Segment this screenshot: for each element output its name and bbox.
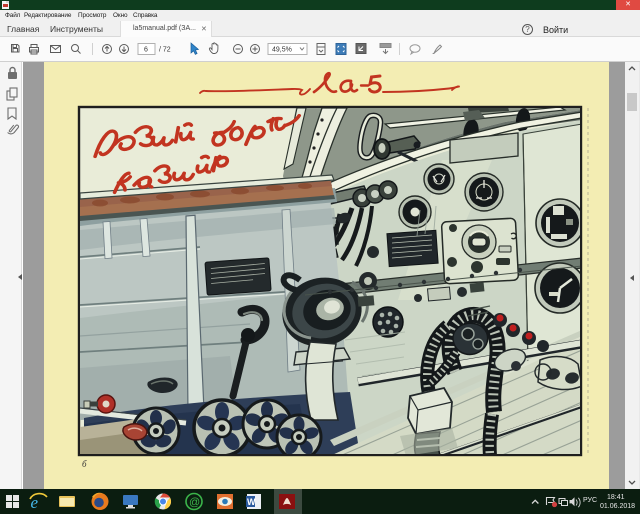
svg-text:W: W [247,497,256,507]
svg-text:49,5%: 49,5% [272,47,292,54]
svg-text:/ 72: / 72 [159,47,171,54]
svg-text:@: @ [189,497,200,509]
svg-text:б: б [82,459,87,469]
svg-text:6: 6 [144,47,148,54]
